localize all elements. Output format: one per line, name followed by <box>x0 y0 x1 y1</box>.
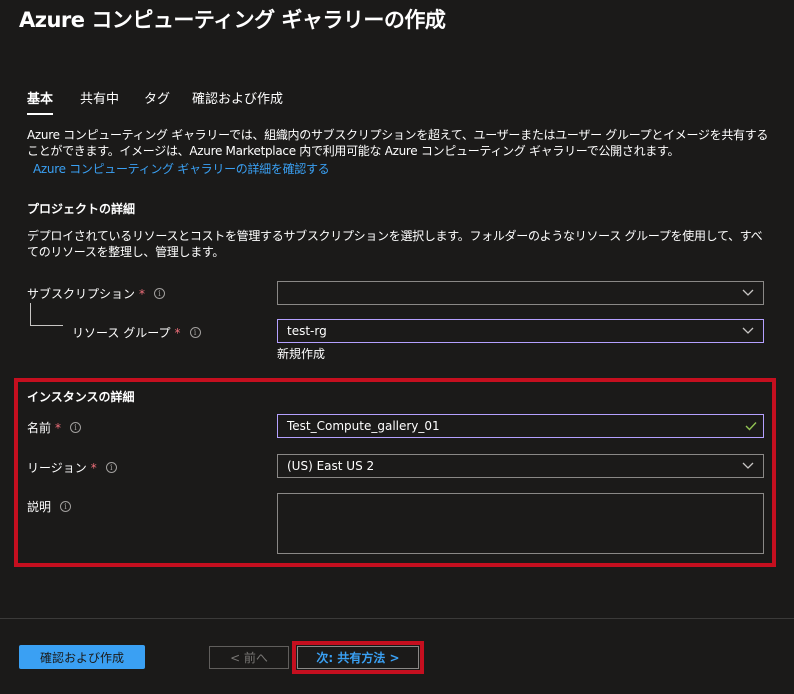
description-textarea[interactable] <box>277 493 764 554</box>
chevron-down-icon <box>742 327 754 334</box>
resource-group-label: リソース グループ * i <box>72 324 201 341</box>
tab-basics[interactable]: 基本 <box>27 88 54 115</box>
tab-tags[interactable]: タグ <box>144 88 170 113</box>
region-value: (US) East US 2 <box>287 459 375 473</box>
project-details-description: デプロイされているリソースとコストを管理するサブスクリプションを選択します。フォ… <box>27 229 763 259</box>
description-label-text: 説明 <box>27 500 52 514</box>
info-icon[interactable]: i <box>105 462 117 473</box>
subscription-dropdown[interactable] <box>277 281 764 305</box>
chevron-down-icon <box>742 462 754 469</box>
description-label: 説明 i <box>27 498 72 515</box>
create-new-link[interactable]: 新規作成 <box>277 345 325 362</box>
name-label-text: 名前 <box>27 421 52 435</box>
learn-more-link[interactable]: Azure コンピューティング ギャラリーの詳細を確認する <box>33 161 330 177</box>
instance-details-heading: インスタンスの詳細 <box>27 390 135 404</box>
required-marker: * <box>90 460 97 475</box>
region-dropdown[interactable]: (US) East US 2 <box>277 454 764 478</box>
region-label-text: リージョン <box>27 461 87 475</box>
name-label: 名前 * i <box>27 419 82 436</box>
name-value: Test_Compute_gallery_01 <box>287 419 440 433</box>
tab-sharing[interactable]: 共有中 <box>80 88 119 113</box>
next-sharing-button[interactable]: 次: 共有方法 > <box>297 646 419 669</box>
tree-connector-line <box>30 325 63 326</box>
footer-divider <box>0 618 794 619</box>
info-icon[interactable]: i <box>70 422 82 433</box>
resource-group-label-text: リソース グループ <box>72 326 171 340</box>
tab-review-create[interactable]: 確認および作成 <box>192 88 283 113</box>
resource-group-dropdown[interactable]: test-rg <box>277 319 764 343</box>
required-marker: * <box>174 325 181 340</box>
info-icon[interactable]: i <box>60 501 72 512</box>
chevron-down-icon <box>742 289 754 296</box>
info-icon[interactable]: i <box>154 288 166 299</box>
region-label: リージョン * i <box>27 459 117 476</box>
required-marker: * <box>139 286 146 301</box>
name-input[interactable]: Test_Compute_gallery_01 <box>277 414 764 438</box>
page-title: Azure コンピューティング ギャラリーの作成 <box>19 8 446 32</box>
tree-connector-line <box>30 303 31 326</box>
intro-description: Azure コンピューティング ギャラリーでは、組織内のサブスクリプションを超え… <box>27 128 769 158</box>
subscription-label-text: サブスクリプション <box>27 287 136 301</box>
checkmark-icon <box>745 422 757 431</box>
subscription-label: サブスクリプション * i <box>27 285 166 302</box>
info-icon[interactable]: i <box>189 327 201 338</box>
project-details-heading: プロジェクトの詳細 <box>27 202 136 216</box>
required-marker: * <box>55 420 62 435</box>
previous-button[interactable]: < 前へ <box>209 646 289 669</box>
more-options-button[interactable]: ··· <box>429 6 444 21</box>
review-create-button[interactable]: 確認および作成 <box>19 645 145 669</box>
resource-group-value: test-rg <box>287 324 327 338</box>
